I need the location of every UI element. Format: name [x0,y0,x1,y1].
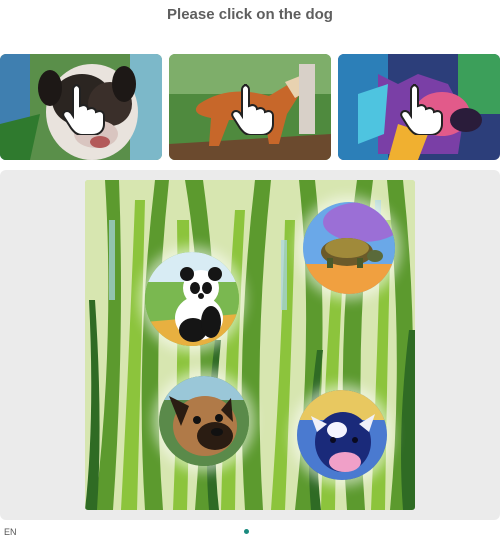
footer: EN [0,526,500,537]
animal-cow[interactable] [297,390,387,480]
example-images-row [0,54,500,160]
animal-turtle[interactable] [303,202,395,294]
example-dog-3 [338,54,500,160]
example-dog-2 [169,54,331,160]
animal-dog[interactable] [159,376,249,466]
challenge-panel [0,170,500,520]
example-dog-1 [0,54,162,160]
pointer-hand-icon [400,84,443,135]
pointer-hand-icon [231,84,274,135]
challenge-image[interactable] [85,180,415,510]
animal-panda[interactable] [145,252,239,346]
pointer-hand-icon [62,84,105,135]
status-dot-icon [244,529,249,534]
captcha-prompt: Please click on the dog [167,6,333,23]
